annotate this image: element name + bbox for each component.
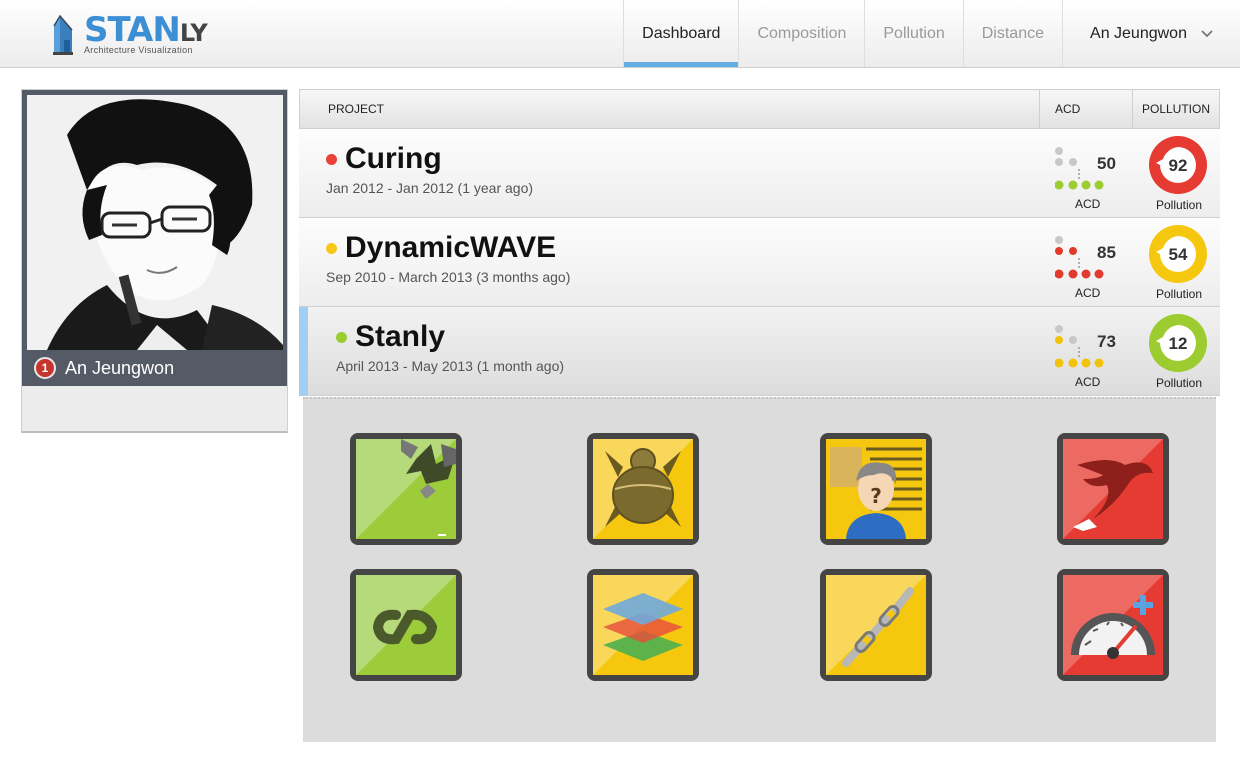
main-nav: Dashboard Composition Pollution Distance…: [623, 0, 1240, 68]
infinity-link-icon: [356, 575, 456, 675]
pollution-value: 54: [1169, 245, 1188, 264]
acd-label: ACD: [1075, 197, 1101, 211]
app-tile-speedometer[interactable]: [1057, 569, 1169, 681]
pollution-label: Pollution: [1156, 376, 1203, 390]
column-header-acd[interactable]: ACD: [1040, 90, 1133, 128]
building-logo-icon: [53, 14, 73, 55]
acd-value: 85: [1097, 243, 1116, 262]
acd-indicator: 85 ACD: [1055, 233, 1117, 303]
chain-icon: [826, 575, 926, 675]
column-header-pollution[interactable]: POLLUTION: [1133, 90, 1219, 128]
project-dates: Jan 2012 - Jan 2012 (1 year ago): [326, 180, 534, 196]
top-bar: STANLY Architecture Visualization Dashbo…: [0, 0, 1240, 68]
pollution-value: 92: [1169, 156, 1188, 175]
column-header-project[interactable]: PROJECT: [300, 90, 1040, 128]
app-tile-gazelle[interactable]: [1057, 433, 1169, 545]
speedometer-add-icon: [1063, 575, 1163, 675]
logo[interactable]: STANLY Architecture Visualization: [52, 10, 242, 56]
gazelle-icon: [1063, 439, 1163, 539]
project-row-stanly[interactable]: Stanly April 2013 - May 2013 (1 month ag…: [299, 307, 1220, 396]
project-title: DynamicWAVE: [345, 231, 557, 264]
profile-card: 1 An Jeungwon: [21, 89, 288, 433]
acd-value: 73: [1097, 332, 1116, 351]
acd-label: ACD: [1075, 286, 1101, 300]
tab-composition[interactable]: Composition: [738, 0, 864, 67]
app-tile-layers[interactable]: [587, 569, 699, 681]
status-dot: [336, 331, 347, 343]
project-table: PROJECT ACD POLLUTION Curing Jan 2012 - …: [299, 89, 1220, 396]
app-tile-unknown-person[interactable]: ?: [820, 433, 932, 545]
project-row-dynamicwave[interactable]: DynamicWAVE Sep 2010 - March 2013 (3 mon…: [299, 218, 1220, 307]
acd-indicator: 50 ACD: [1055, 144, 1117, 214]
pollution-value: 12: [1169, 334, 1188, 353]
tab-pollution[interactable]: Pollution: [864, 0, 962, 67]
pollution-indicator: 54 Pollution: [1148, 224, 1208, 301]
project-dates: Sep 2010 - March 2013 (3 months ago): [326, 269, 571, 285]
pollution-ring-icon: 54: [1149, 225, 1207, 283]
app-tile-infinity[interactable]: [350, 569, 462, 681]
broken-tile-icon: [356, 439, 456, 539]
chevron-down-icon: [1201, 29, 1213, 37]
unknown-person-icon: ?: [826, 439, 926, 539]
app-tile-chain[interactable]: [820, 569, 932, 681]
acd-label: ACD: [1075, 375, 1101, 389]
project-title: Stanly: [355, 320, 446, 353]
pollution-label: Pollution: [1156, 287, 1203, 301]
app-tile-broken[interactable]: [350, 433, 462, 545]
photo-frame: [22, 90, 287, 386]
status-dot: [326, 153, 337, 165]
project-title: Curing: [345, 142, 442, 175]
pollution-ring-icon: 12: [1149, 314, 1207, 372]
pollution-ring-icon: 92: [1149, 136, 1207, 194]
logo-tagline: Architecture Visualization: [84, 45, 193, 55]
layers-icon: [593, 575, 693, 675]
app-grid: ?: [303, 397, 1216, 742]
pollution-label: Pollution: [1156, 198, 1203, 212]
project-dates: April 2013 - May 2013 (1 month ago): [336, 358, 565, 374]
user-menu[interactable]: An Jeungwon: [1062, 0, 1240, 67]
pollution-indicator: 92 Pollution: [1148, 135, 1208, 212]
acd-indicator: 73 ACD: [1055, 322, 1117, 392]
svg-text:?: ?: [870, 484, 882, 508]
pollution-indicator: 12 Pollution: [1148, 313, 1208, 390]
status-dot: [326, 242, 337, 254]
profile-name: An Jeungwon: [65, 357, 175, 378]
project-row-curing[interactable]: Curing Jan 2012 - Jan 2012 (1 year ago) …: [299, 129, 1220, 218]
notification-badge[interactable]: 1: [34, 357, 56, 379]
tab-dashboard[interactable]: Dashboard: [623, 0, 739, 67]
app-tile-bug[interactable]: [587, 433, 699, 545]
acd-value: 50: [1097, 154, 1116, 173]
logo-wordmark: STANLY: [84, 10, 208, 50]
tab-distance[interactable]: Distance: [962, 0, 1062, 67]
table-header: PROJECT ACD POLLUTION: [299, 89, 1220, 129]
user-menu-name: An Jeungwon: [1090, 24, 1187, 42]
profile-name-bar[interactable]: 1 An Jeungwon: [22, 350, 287, 386]
profile-photo: [27, 95, 283, 350]
bug-icon: [593, 439, 693, 539]
